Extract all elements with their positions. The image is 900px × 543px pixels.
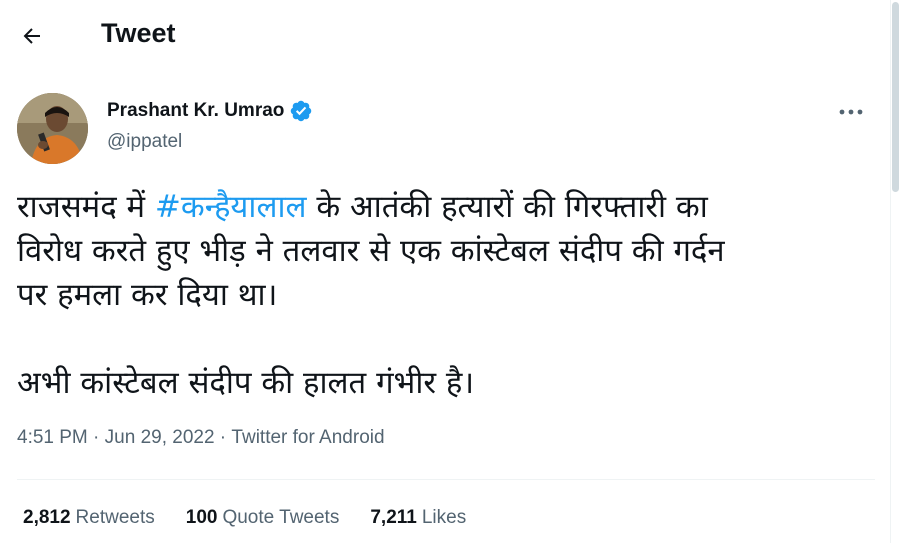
profile-photo-icon [17, 93, 88, 164]
tweet-text-segment: राजसमंद में [17, 189, 155, 225]
scrollbar-thumb[interactable] [892, 2, 899, 192]
tweet-date[interactable]: Jun 29, 2022 [105, 427, 215, 449]
retweets-stat[interactable]: 2,812 Retweets [23, 507, 155, 529]
tweet-line-2: विरोध करते हुए भीड़ ने तलवार से एक कांस्… [17, 233, 725, 269]
avatar[interactable] [17, 93, 88, 164]
tweet-time[interactable]: 4:51 PM [17, 427, 88, 449]
more-options-button[interactable] [830, 97, 872, 127]
tweet-text: राजसमंद में #कन्हैयालाल के आतंकी हत्यारो… [17, 185, 877, 405]
quote-tweets-count: 100 [185, 507, 218, 528]
more-horizontal-icon [839, 109, 863, 115]
meta-separator: · [87, 427, 105, 448]
verified-badge-icon [291, 100, 312, 122]
likes-label: Likes [421, 507, 467, 528]
quote-tweets-label: Quote Tweets [222, 507, 340, 528]
likes-stat[interactable]: 7,211 Likes [370, 507, 466, 529]
arrow-left-icon [23, 28, 40, 44]
scrollbar[interactable] [890, 0, 900, 543]
hashtag-link[interactable]: #कन्हैयालाल [155, 189, 307, 225]
tweet-meta: 4:51 PM · Jun 29, 2022 · Twitter for And… [17, 427, 385, 449]
tweet-line-3: पर हमला कर दिया था। [17, 277, 278, 313]
back-button[interactable] [12, 16, 52, 56]
meta-separator: · [214, 427, 232, 448]
author-name-row[interactable]: Prashant Kr. Umrao [107, 99, 313, 123]
top-bar: Tweet [0, 0, 890, 72]
page-title: Tweet [101, 18, 176, 48]
retweets-count: 2,812 [23, 507, 71, 528]
divider [17, 479, 875, 480]
tweet-source[interactable]: Twitter for Android [231, 427, 384, 449]
engagement-stats: 2,812 Retweets 100 Quote Tweets 7,211 Li… [23, 507, 497, 529]
tweet-line-5: अभी कांस्टेबल संदीप की हालत गंभीर है। [17, 365, 475, 401]
retweets-label: Retweets [75, 507, 155, 528]
likes-count: 7,211 [370, 507, 417, 528]
quote-tweets-stat[interactable]: 100 Quote Tweets [186, 507, 340, 529]
author-handle[interactable]: @ippatel [107, 131, 182, 153]
tweet-line-1: राजसमंद में #कन्हैयालाल के आतंकी हत्यारो… [17, 185, 877, 229]
tweet-text-segment: के आतंकी हत्यारों की गिरफ्तारी का [306, 189, 708, 225]
author-name[interactable]: Prashant Kr. Umrao [107, 100, 284, 122]
